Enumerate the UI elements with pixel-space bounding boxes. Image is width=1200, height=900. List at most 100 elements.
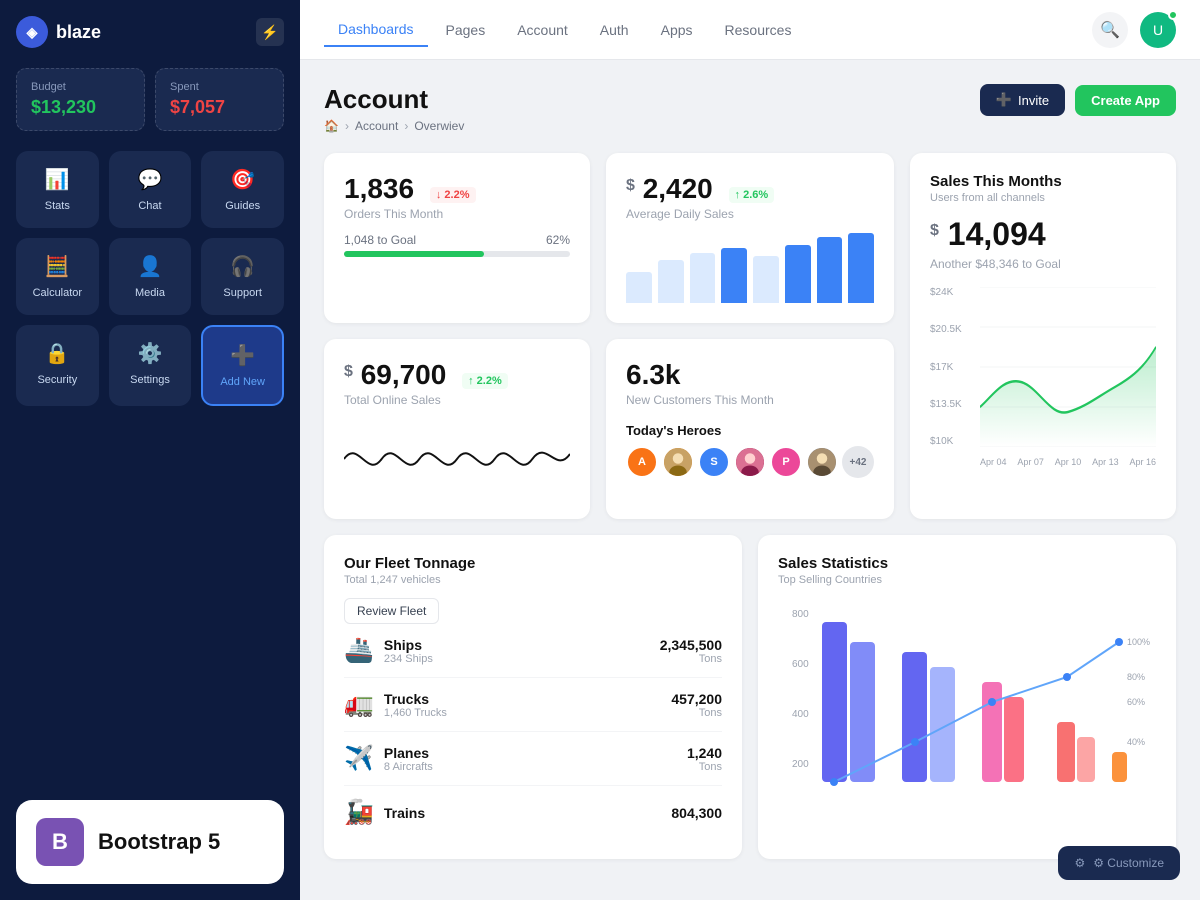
bar-1 — [626, 272, 652, 303]
breadcrumb-home-icon: 🏠 — [324, 119, 339, 133]
hero-avatar-photo1 — [662, 446, 694, 478]
budget-card: Budget $13,230 — [16, 68, 145, 131]
customers-label: New Customers This Month — [626, 393, 874, 407]
sidebar-item-add-new[interactable]: ➕ Add New — [201, 325, 284, 406]
app-name: blaze — [56, 22, 101, 43]
progress-bar — [344, 251, 570, 257]
trend-line — [834, 642, 1119, 782]
sidebar-item-media[interactable]: 👤 Media — [109, 238, 192, 315]
stats-label: Stats — [45, 200, 70, 212]
svg-text:200: 200 — [792, 759, 809, 770]
hero-avatar-2: S — [698, 446, 730, 478]
settings-icon: ⚙️ — [138, 341, 163, 366]
sidebar-item-calculator[interactable]: 🧮 Calculator — [16, 238, 99, 315]
stats-icon: 📊 — [45, 167, 70, 192]
invite-icon: ➕ — [996, 92, 1012, 108]
sales-goal: Another $48,346 to Goal — [930, 257, 1156, 271]
ships-value: 2,345,500 Tons — [660, 637, 722, 665]
progress-pct: 62% — [546, 233, 570, 247]
sidebar-item-guides[interactable]: 🎯 Guides — [201, 151, 284, 228]
sidebar-item-chat[interactable]: 💬 Chat — [109, 151, 192, 228]
monthly-sales-title: Sales This Months — [930, 173, 1156, 190]
planes-icon: ✈️ — [344, 744, 374, 773]
sidebar-branding: B Bootstrap 5 — [16, 800, 284, 884]
daily-sales-chart — [626, 233, 874, 303]
add-new-icon: ➕ — [230, 343, 255, 368]
sidebar-item-security[interactable]: 🔒 Security — [16, 325, 99, 406]
daily-sales-value: $ 2,420 ↑ 2.6% — [626, 173, 774, 204]
bar-4 — [721, 248, 747, 303]
sales-stats-title: Sales Statistics — [778, 555, 1156, 572]
review-fleet-button[interactable]: Review Fleet — [344, 598, 439, 624]
daily-sales-badge: ↑ 2.6% — [729, 187, 775, 203]
create-app-button[interactable]: Create App — [1075, 85, 1176, 116]
progress-label: 1,048 to Goal 62% — [344, 233, 570, 247]
trucks-count: 1,460 Trucks — [384, 707, 447, 719]
spent-card: Spent $7,057 — [155, 68, 284, 131]
fleet-row-trucks: 🚛 Trucks 1,460 Trucks 457,200 Tons — [344, 678, 722, 732]
page-header-left: Account 🏠 › Account › Overwiev — [324, 84, 464, 133]
sidebar-item-settings[interactable]: ⚙️ Settings — [109, 325, 192, 406]
search-button[interactable]: 🔍 — [1092, 12, 1128, 48]
y-axis-labels: $24K $20.5K $17K $13.5K $10K — [930, 287, 962, 447]
security-label: Security — [37, 374, 77, 386]
nav-resources[interactable]: Resources — [711, 14, 806, 46]
sidebar-item-support[interactable]: 🎧 Support — [201, 238, 284, 315]
daily-sales-label: Average Daily Sales — [626, 207, 874, 221]
sales-stats-svg: 800 600 400 200 — [778, 602, 1156, 802]
hero-avatar-3: P — [770, 446, 802, 478]
fleet-row-ships: 🚢 Ships 234 Ships 2,345,500 Tons — [344, 624, 722, 678]
bar-2 — [658, 260, 684, 303]
nav-links: Dashboards Pages Account Auth Apps Resou… — [324, 13, 805, 47]
sidebar-item-stats[interactable]: 📊 Stats — [16, 151, 99, 228]
customize-bar[interactable]: ⚙ ⚙ Customize — [1058, 846, 1180, 880]
user-avatar[interactable]: U — [1140, 12, 1176, 48]
nav-pages[interactable]: Pages — [432, 14, 500, 46]
media-label: Media — [135, 287, 165, 299]
invite-button[interactable]: ➕ Invite — [980, 84, 1065, 116]
ships-count: 234 Ships — [384, 653, 433, 665]
sales-svg — [980, 287, 1156, 447]
nav-account[interactable]: Account — [503, 14, 582, 46]
orders-label: Orders This Month — [344, 207, 570, 221]
orders-value: 1,836 ↓ 2.2% — [344, 173, 476, 204]
nav-apps[interactable]: Apps — [647, 14, 707, 46]
planes-name: Planes — [384, 745, 433, 761]
monthly-sales-card: Sales This Months Users from all channel… — [910, 153, 1176, 519]
trains-icon: 🚂 — [344, 798, 374, 827]
budget-row: Budget $13,230 Spent $7,057 — [16, 68, 284, 131]
progress-text: 1,048 to Goal — [344, 233, 416, 247]
stats-grid: 1,836 ↓ 2.2% Orders This Month 1,048 to … — [324, 153, 1176, 519]
page-header: Account 🏠 › Account › Overwiev ➕ Invite … — [324, 84, 1176, 133]
sidebar-header: ◈ blaze ⚡ — [16, 16, 284, 48]
fleet-sub: Total 1,247 vehicles — [344, 574, 722, 586]
heroes-title: Today's Heroes — [626, 423, 874, 438]
calculator-icon: 🧮 — [45, 254, 70, 279]
breadcrumb-current: Overwiev — [414, 119, 464, 133]
page-actions: ➕ Invite Create App — [980, 84, 1176, 116]
monthly-sales-sub: Users from all channels — [930, 192, 1156, 204]
sales-stats-sub: Top Selling Countries — [778, 574, 1156, 586]
bootstrap-name: Bootstrap 5 — [98, 829, 220, 855]
spent-value: $7,057 — [170, 97, 269, 118]
ships-icon: 🚢 — [344, 636, 374, 665]
bootstrap-icon: B — [36, 818, 84, 866]
trucks-value: 457,200 Tons — [671, 691, 722, 719]
svg-text:40%: 40% — [1127, 737, 1145, 747]
online-sales-label: Total Online Sales — [344, 393, 570, 407]
online-badge — [1168, 10, 1178, 20]
svg-text:600: 600 — [792, 659, 809, 670]
sidebar-menu-button[interactable]: ⚡ — [256, 18, 284, 46]
budget-value: $13,230 — [31, 97, 130, 118]
sales-statistics-card: Sales Statistics Top Selling Countries 8… — [758, 535, 1176, 859]
nav-auth[interactable]: Auth — [586, 14, 643, 46]
breadcrumb-sep1: › — [345, 119, 349, 133]
nav-grid: 📊 Stats 💬 Chat 🎯 Guides 🧮 Calculator 👤 M… — [16, 151, 284, 406]
hero-avatar-photo2 — [734, 446, 766, 478]
top-navigation: Dashboards Pages Account Auth Apps Resou… — [300, 0, 1200, 60]
breadcrumb-account[interactable]: Account — [355, 119, 398, 133]
svg-text:80%: 80% — [1127, 672, 1145, 682]
nav-dashboards[interactable]: Dashboards — [324, 13, 428, 47]
trains-value: 804,300 — [671, 805, 722, 821]
avatar-letter: U — [1153, 22, 1163, 38]
